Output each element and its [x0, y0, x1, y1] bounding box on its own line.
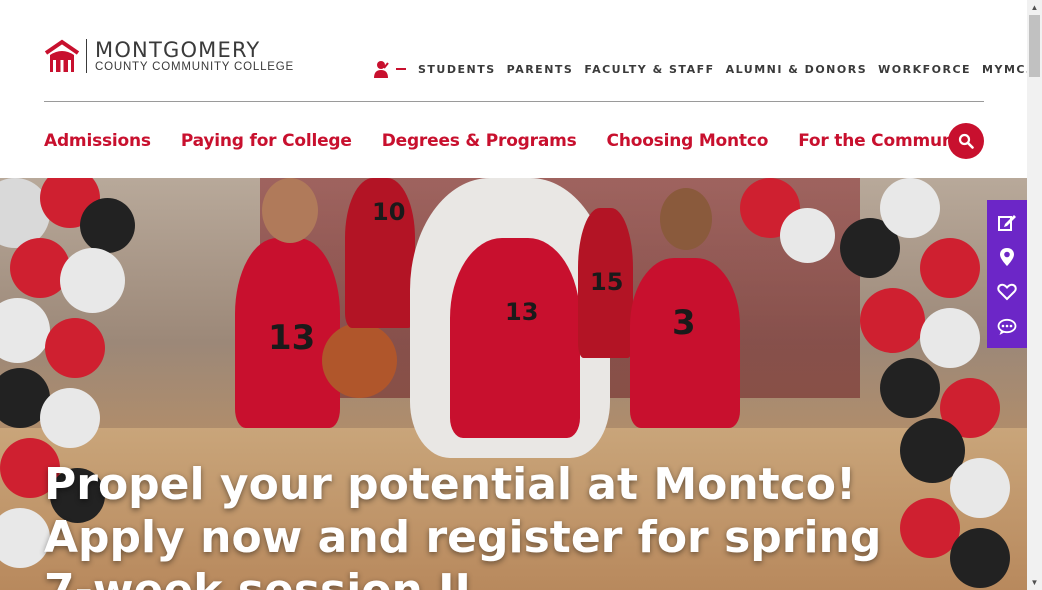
- nav-paying-for-college[interactable]: Paying for College: [181, 131, 352, 151]
- favorites-tool[interactable]: [995, 280, 1019, 304]
- chat-icon: [997, 318, 1017, 335]
- utility-dash: [396, 68, 406, 70]
- scroll-down-icon[interactable]: ▼: [1027, 575, 1042, 590]
- edit-icon: [998, 214, 1016, 231]
- main-nav: Admissions Paying for College Degrees & …: [44, 126, 1008, 156]
- util-link-students[interactable]: STUDENTS: [418, 63, 496, 76]
- utility-nav: STUDENTS PARENTS FACULTY & STAFF ALUMNI …: [372, 60, 1027, 78]
- logo-subtitle: COUNTY COMMUNITY COLLEGE: [95, 60, 294, 73]
- page: MONTGOMERY COUNTY COMMUNITY COLLEGE STUD…: [0, 0, 1027, 590]
- heart-icon: [997, 283, 1017, 300]
- logo-mark-icon: [44, 39, 80, 72]
- basketball: [322, 323, 397, 398]
- person-icon[interactable]: [372, 60, 390, 78]
- nav-degrees-programs[interactable]: Degrees & Programs: [382, 131, 577, 151]
- header-divider: [44, 101, 984, 102]
- nav-admissions[interactable]: Admissions: [44, 131, 151, 151]
- scroll-up-icon[interactable]: ▲: [1027, 0, 1042, 15]
- util-link-mymc3[interactable]: MYMC3: [982, 63, 1027, 76]
- search-button[interactable]: [948, 123, 984, 159]
- scrollbar-thumb[interactable]: [1029, 15, 1040, 77]
- location-tool[interactable]: [995, 245, 1019, 269]
- side-tools: [987, 200, 1027, 348]
- college-logo[interactable]: MONTGOMERY COUNTY COMMUNITY COLLEGE: [44, 36, 304, 76]
- util-link-parents[interactable]: PARENTS: [507, 63, 574, 76]
- nav-choosing-montco[interactable]: Choosing Montco: [607, 131, 769, 151]
- hero-title: Propel your potential at Montco! Apply n…: [44, 459, 882, 590]
- util-link-faculty-staff[interactable]: FACULTY & STAFF: [584, 63, 714, 76]
- util-link-alumni-donors[interactable]: ALUMNI & DONORS: [726, 63, 868, 76]
- apply-tool[interactable]: [995, 210, 1019, 234]
- hero-banner: 13 10 13 15 3 Propel your potential at M…: [0, 178, 1027, 590]
- player-3: [630, 258, 740, 428]
- logo-name: MONTGOMERY: [95, 37, 261, 62]
- chat-tool[interactable]: [995, 315, 1019, 339]
- vertical-scrollbar[interactable]: ▲ ▼: [1027, 0, 1042, 590]
- util-link-workforce[interactable]: WORKFORCE: [878, 63, 971, 76]
- search-icon: [958, 133, 974, 149]
- logo-divider: [86, 39, 87, 73]
- location-pin-icon: [1000, 247, 1014, 266]
